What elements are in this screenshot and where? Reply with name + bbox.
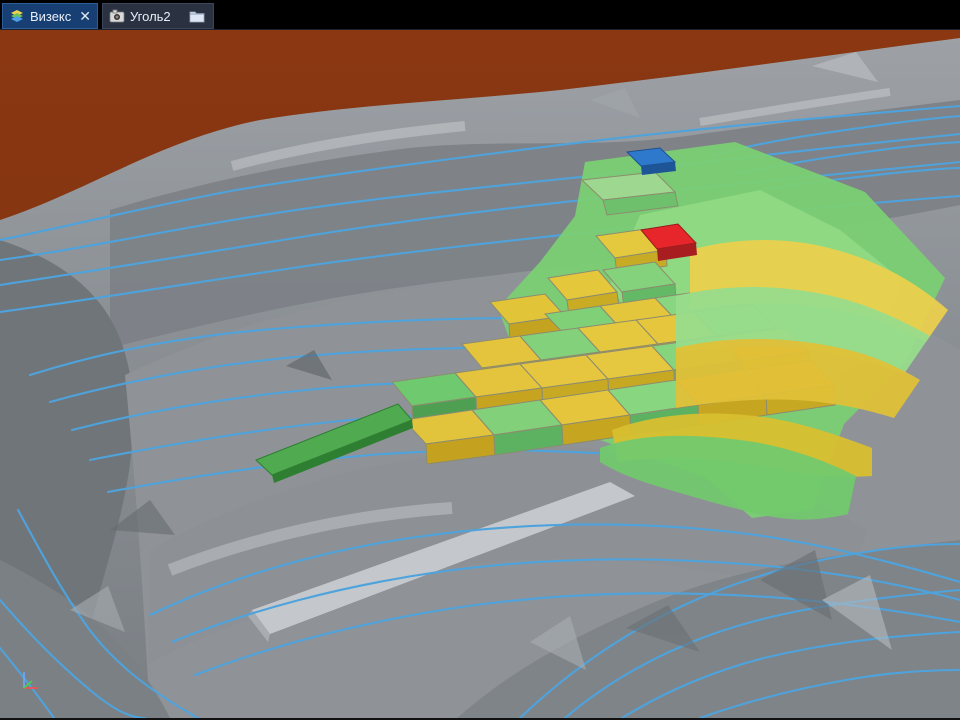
tab-bar: Визекс ✕ Уголь2 xyxy=(0,0,960,30)
layers-icon xyxy=(10,10,23,22)
terrain-scene[interactable] xyxy=(0,30,960,718)
close-icon[interactable]: ✕ xyxy=(79,9,91,23)
axis-gizmo-icon xyxy=(23,672,38,689)
tab-vizeks[interactable]: Визекс ✕ xyxy=(2,3,98,29)
tab-ugol2[interactable]: Уголь2 xyxy=(102,3,214,29)
app-window: Визекс ✕ Уголь2 xyxy=(0,0,960,720)
folder-icon[interactable] xyxy=(189,9,205,23)
camera-icon xyxy=(109,9,125,23)
3d-scene-viewport[interactable] xyxy=(0,30,960,718)
tab-ugol2-label: Уголь2 xyxy=(130,8,171,24)
tab-vizeks-label: Визекс xyxy=(29,8,72,24)
